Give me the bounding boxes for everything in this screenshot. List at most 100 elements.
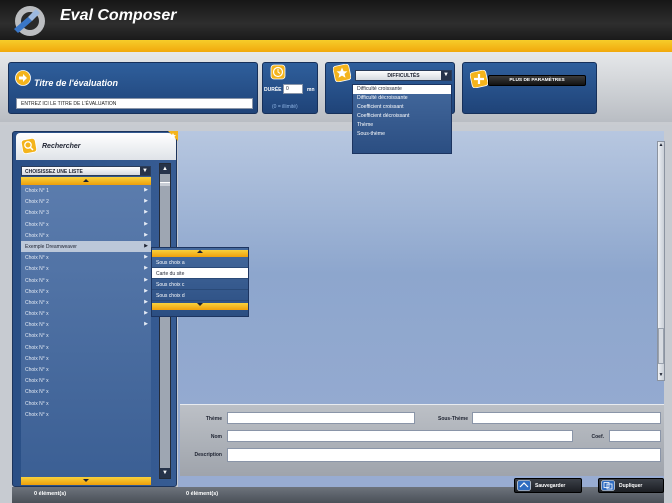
- title-bar: Eval Composer: [0, 0, 672, 40]
- list-scrollbar[interactable]: ▲ ▼: [159, 163, 171, 479]
- submenu-item[interactable]: Sous choix d: [152, 290, 248, 301]
- list-item-label: Choix N° x: [25, 389, 49, 396]
- submenu-item[interactable]: Sous choix c: [152, 279, 248, 290]
- duration-unit: mn: [307, 87, 315, 93]
- list-item-label: Choix N° 1: [25, 188, 49, 194]
- list-item[interactable]: Choix N° x ▶: [21, 230, 151, 241]
- difficulty-dropdown-list: Difficulté croissante Difficulté décrois…: [352, 84, 452, 154]
- list-item-label: Choix N° x: [25, 344, 49, 351]
- list-item[interactable]: Choix N° 2 ▶: [21, 196, 151, 207]
- nom-input[interactable]: [227, 430, 573, 442]
- chevron-right-icon: ▶: [144, 276, 148, 283]
- list-item[interactable]: Choix N° x ▶: [21, 319, 151, 330]
- chevron-right-icon: ▶: [144, 242, 148, 249]
- list-item-label: Choix N° x: [25, 277, 49, 284]
- app-logo-icon: [14, 6, 45, 36]
- chevron-down-icon[interactable]: ▼: [160, 468, 170, 478]
- list-select[interactable]: CHOISISSEZ UNE LISTE ▼: [21, 166, 151, 176]
- arrow-right-icon: [15, 70, 31, 86]
- list-select-label: CHOISISSEZ UNE LISTE: [25, 169, 83, 175]
- clock-icon: [270, 64, 286, 80]
- chevron-right-icon: ▶: [144, 265, 148, 272]
- description-input[interactable]: [227, 448, 661, 462]
- list-scroll-down-button[interactable]: [21, 477, 151, 485]
- list-item-label: Choix N° x: [25, 378, 49, 385]
- difficulty-option[interactable]: Coefficient décroissant: [353, 112, 451, 121]
- more-parameters-button[interactable]: PLUS DE PARAMÈTRES: [488, 75, 586, 86]
- corner-decoration-icon: [168, 131, 178, 141]
- list-item[interactable]: Choix N° x ▶: [21, 297, 151, 308]
- duration-input[interactable]: 0: [283, 84, 303, 94]
- chevron-right-icon: ▶: [144, 187, 148, 193]
- list-item[interactable]: Choix N° x: [21, 353, 151, 364]
- duplicate-button[interactable]: Dupliquer: [598, 478, 664, 493]
- chevron-right-icon: ▶: [144, 198, 148, 205]
- submenu-item[interactable]: Carte du site: [152, 268, 248, 279]
- sous-theme-label: Sous-Thème: [437, 416, 468, 422]
- chevron-down-icon[interactable]: ▼: [658, 372, 664, 380]
- chevron-right-icon: ▶: [144, 254, 148, 261]
- list-item[interactable]: Choix N° x: [21, 375, 151, 386]
- submenu: Sous choix a Carte du site Sous choix c …: [151, 247, 249, 317]
- chevron-up-icon[interactable]: ▲: [658, 142, 664, 150]
- save-button[interactable]: Sauvegarder: [514, 478, 582, 493]
- gold-strip: [0, 40, 672, 52]
- list-item[interactable]: Choix N° x ▶: [21, 263, 151, 274]
- star-icon: [333, 64, 351, 82]
- list-item[interactable]: Choix N° x: [21, 330, 151, 341]
- description-label: Description: [194, 452, 222, 458]
- list-item[interactable]: Choix N° x ▶: [21, 219, 151, 230]
- chevron-down-icon[interactable]: ▼: [140, 167, 150, 175]
- list-item[interactable]: Choix N° x: [21, 364, 151, 375]
- submenu-scroll-up-button[interactable]: [152, 250, 248, 257]
- caret-down-icon: [197, 303, 203, 306]
- difficulty-option[interactable]: Difficulté décroissante: [353, 94, 451, 103]
- search-list-count: 0 élément(s): [34, 491, 67, 497]
- coef-label: Coef.: [591, 434, 605, 440]
- difficulty-option[interactable]: Sous-thème: [353, 130, 451, 139]
- duration-hint: (0 = illimité): [272, 104, 298, 110]
- difficulty-select[interactable]: DIFFICULTÉS ▼: [355, 70, 452, 81]
- list-item-label: Choix N° x: [25, 221, 49, 228]
- chevron-down-icon[interactable]: ▼: [441, 71, 451, 80]
- list-item-label: Choix N° 2: [25, 199, 49, 206]
- list-item-label: Choix N° x: [25, 355, 49, 362]
- list-item[interactable]: Choix N° x ▶: [21, 275, 151, 286]
- chevron-right-icon: ▶: [144, 298, 148, 305]
- search-tab[interactable]: [16, 133, 176, 160]
- list-item-label: Choix N° x: [25, 367, 49, 373]
- list-item[interactable]: Choix N° x ▶: [21, 252, 151, 263]
- theme-input[interactable]: [227, 412, 415, 424]
- difficulty-option[interactable]: Difficulté croissante: [353, 85, 451, 94]
- coef-input[interactable]: [609, 430, 661, 442]
- submenu-item[interactable]: Sous choix a: [152, 257, 248, 268]
- list-item-label: Choix N° x: [25, 299, 49, 306]
- list-item[interactable]: Choix N° x: [21, 342, 151, 353]
- list-item[interactable]: Choix N° x ▶: [21, 308, 151, 319]
- list-item[interactable]: Choix N° 3 ▶: [21, 207, 151, 218]
- list-scroll-up-button[interactable]: [21, 177, 151, 185]
- difficulty-option[interactable]: Coefficient croissant: [353, 103, 451, 112]
- list-item[interactable]: Choix N° x: [21, 409, 151, 420]
- search-list: Choix N° 1 ▶ Choix N° 2 ▶ Choix N° 3 ▶ Choix N…: [21, 185, 151, 477]
- scrollbar-thumb[interactable]: [160, 182, 170, 186]
- main-scrollbar[interactable]: ▲ ▼: [657, 141, 665, 381]
- list-item[interactable]: Choix N° x: [21, 386, 151, 397]
- scrollbar-thumb[interactable]: [658, 328, 664, 364]
- list-item-label: Choix N° x: [25, 311, 49, 318]
- evaluation-title-input[interactable]: ENTREZ ICI LE TITRE DE L'ÉVALUATION: [16, 98, 253, 109]
- list-item[interactable]: Choix N° x: [21, 398, 151, 409]
- save-icon: [517, 480, 531, 491]
- list-item-label: Choix N° x: [25, 232, 49, 239]
- sous-theme-input[interactable]: [472, 412, 661, 424]
- chevron-right-icon: ▶: [144, 310, 148, 317]
- difficulty-option[interactable]: Thème: [353, 121, 451, 130]
- duplicate-icon: [601, 480, 615, 491]
- difficulty-select-label: DIFFICULTÉS: [387, 73, 420, 79]
- list-item[interactable]: Exemple Dreamweaver ▶: [21, 240, 151, 253]
- chevron-right-icon: ▶: [144, 231, 148, 238]
- submenu-scroll-down-button[interactable]: [152, 303, 248, 310]
- list-item[interactable]: Choix N° 1 ▶: [21, 185, 151, 196]
- list-item[interactable]: Choix N° x ▶: [21, 286, 151, 297]
- chevron-up-icon[interactable]: ▲: [160, 164, 170, 174]
